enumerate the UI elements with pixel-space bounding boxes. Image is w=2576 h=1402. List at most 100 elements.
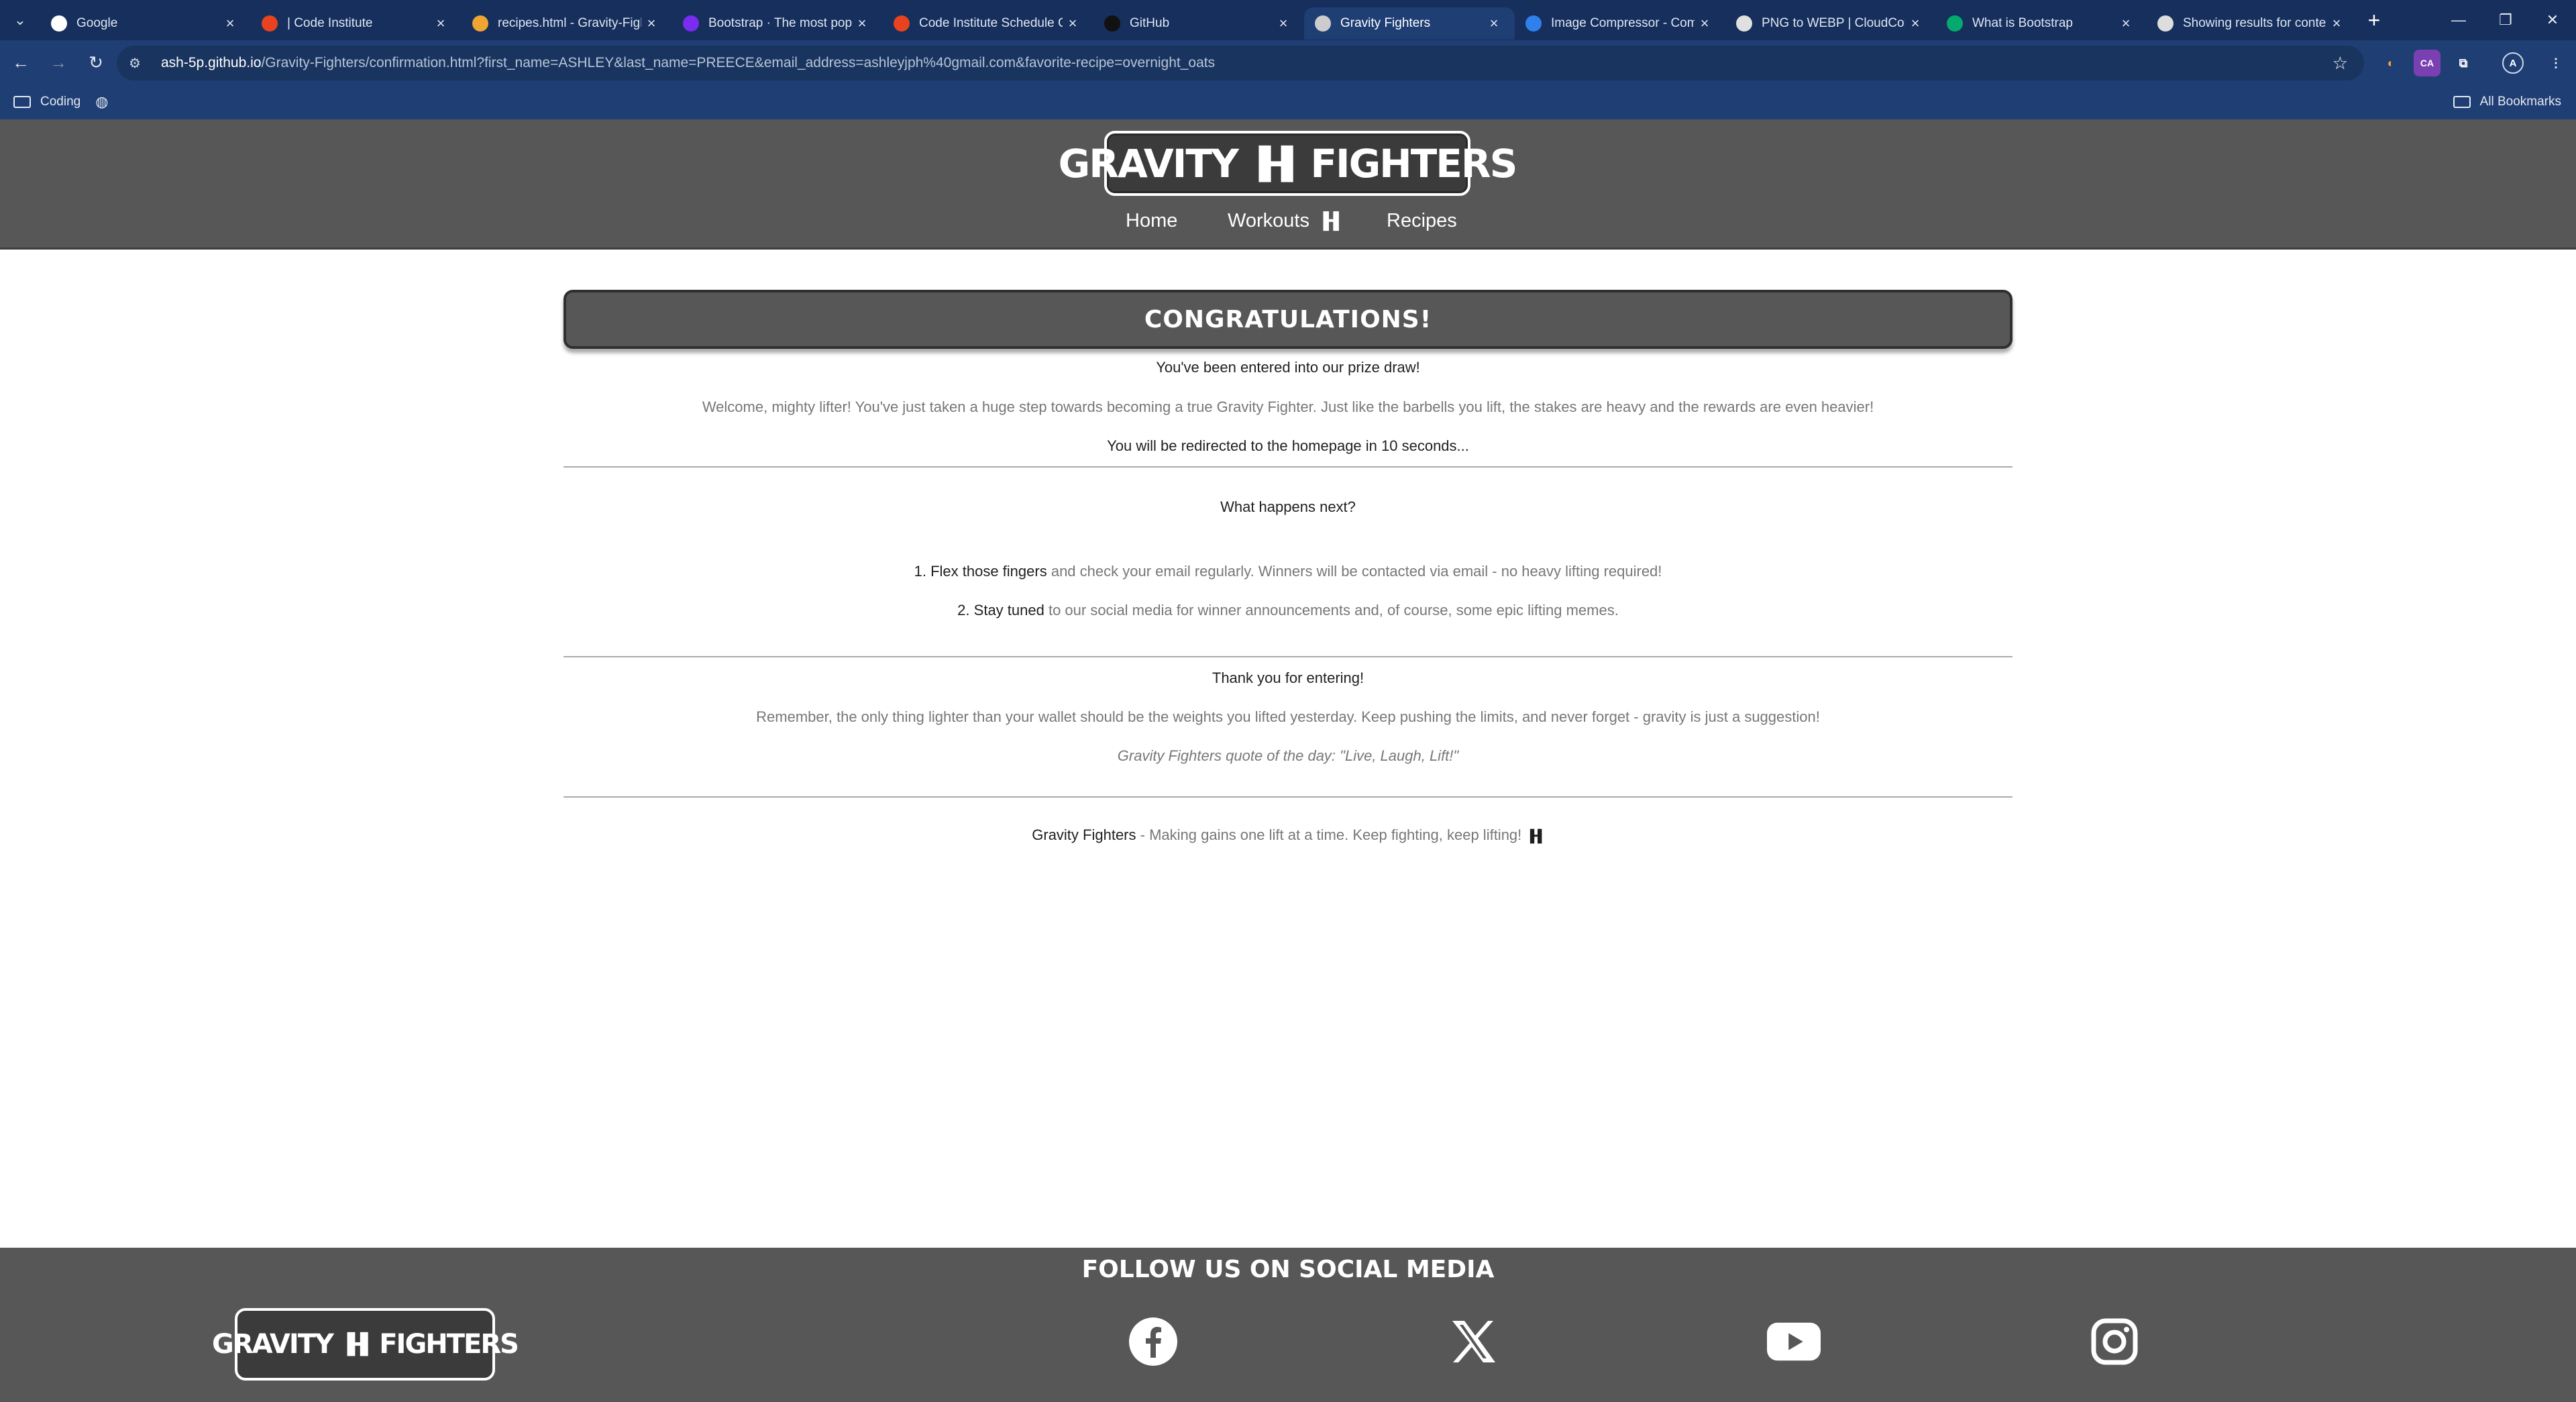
globe-icon: ◍ xyxy=(95,93,109,110)
image-compressor-icon xyxy=(1525,15,1542,32)
new-tab-button[interactable]: + xyxy=(2357,3,2391,37)
step-text: to our social media for winner announcem… xyxy=(1044,602,1619,618)
tab-title: GitHub xyxy=(1130,16,1170,30)
logo-text-right: FIGHTERS xyxy=(1310,140,1517,186)
all-bookmarks-label: All Bookmarks xyxy=(2479,95,2561,109)
bootstrap-icon xyxy=(683,15,699,32)
browser-tab[interactable]: Showing results for conte × xyxy=(2147,7,2357,40)
divider xyxy=(564,796,2012,798)
nav-workouts[interactable]: Workouts ▐━▌ xyxy=(1228,210,1345,232)
footer-logo[interactable]: GRAVITY ▐━▌ FIGHTERS xyxy=(212,1308,519,1381)
extension-icon[interactable]: CA xyxy=(2414,50,2440,76)
welcome-text: Welcome, mighty lifter! You've just take… xyxy=(702,398,1874,415)
tab-title: Google xyxy=(76,16,118,30)
address-bar[interactable]: ⚙ ash-5p.github.io /Gravity-Fighters/con… xyxy=(117,46,2364,80)
close-tab-icon[interactable]: × xyxy=(1905,15,1925,32)
logo-text-right: FIGHTERS xyxy=(379,1329,519,1360)
step-number: 1. xyxy=(914,563,926,580)
site-footer: FOLLOW US ON SOCIAL MEDIA GRAVITY ▐━▌ FI… xyxy=(0,1248,2576,1402)
dumbbell-icon: ▐━▌ xyxy=(1246,145,1305,182)
browser-tab[interactable]: Code Institute Schedule G × xyxy=(883,7,1093,40)
bookmark-star-icon[interactable]: ☆ xyxy=(2332,53,2348,74)
minimize-icon[interactable]: — xyxy=(2435,0,2482,40)
browser-tab[interactable]: PNG to WEBP | CloudCon × xyxy=(1725,7,1936,40)
nav-home[interactable]: Home xyxy=(1126,210,1177,232)
profile-avatar[interactable]: A xyxy=(2502,52,2524,74)
step-item-1: 1. Flex those fingers and check your ema… xyxy=(564,563,2012,580)
close-tab-icon[interactable]: × xyxy=(852,15,872,32)
redirect-text: You will be redirected to the homepage i… xyxy=(1107,437,1469,454)
step-item-2: 2. Stay tuned to our social media for wi… xyxy=(564,602,2012,619)
logo-text-left: GRAVITY xyxy=(1058,140,1239,186)
browser-tab[interactable]: Bootstrap · The most popu × xyxy=(672,7,883,40)
extensions-puzzle-icon[interactable]: ⧉ xyxy=(2450,50,2477,76)
tab-title: What is Bootstrap xyxy=(1972,16,2073,30)
bookmarks-bar: Coding ◍ All Bookmarks xyxy=(0,85,2576,119)
close-tab-icon[interactable]: × xyxy=(1695,15,1715,32)
nav-workouts-label: Workouts xyxy=(1228,210,1309,231)
facebook-icon[interactable] xyxy=(1126,1315,1180,1368)
bookmark-globe[interactable]: ◍ xyxy=(95,93,108,111)
site-logo[interactable]: GRAVITY ▐━▌ FIGHTERS xyxy=(1059,131,1517,196)
bookmark-folder-coding[interactable]: Coding xyxy=(13,95,80,109)
browser-tab[interactable]: Google × xyxy=(40,7,251,40)
browser-tab[interactable]: GitHub × xyxy=(1093,7,1304,40)
nav-recipes[interactable]: Recipes xyxy=(1387,210,1457,232)
back-icon[interactable]: ← xyxy=(4,46,38,79)
close-tab-icon[interactable]: × xyxy=(1063,15,1083,32)
logo-text-left: GRAVITY xyxy=(212,1329,334,1360)
tab-title: Showing results for conte xyxy=(2183,16,2326,30)
browser-tab[interactable]: Image Compressor - Com × xyxy=(1515,7,1725,40)
close-tab-icon[interactable]: × xyxy=(220,15,240,32)
code-institute-icon xyxy=(894,15,910,32)
close-tab-icon[interactable]: × xyxy=(641,15,661,32)
browser-tab[interactable]: | Code Institute × xyxy=(251,7,462,40)
reload-icon[interactable]: ↻ xyxy=(79,46,113,79)
tagline: Gravity Fighters - Making gains one lift… xyxy=(564,826,2012,844)
w3schools-icon xyxy=(1947,15,1963,32)
bookmark-label: Coding xyxy=(40,95,81,109)
recipes-icon xyxy=(472,15,488,32)
dumbbell-icon: ▐━▌ xyxy=(1317,212,1345,230)
forward-icon[interactable]: → xyxy=(42,46,75,79)
close-tab-icon[interactable]: × xyxy=(1484,15,1504,32)
menu-kebab-icon[interactable]: ⋮ xyxy=(2542,50,2569,76)
instagram-icon[interactable] xyxy=(2088,1315,2141,1368)
site-info-icon[interactable]: ⚙ xyxy=(129,55,146,72)
folder-icon xyxy=(13,96,31,108)
restore-icon[interactable]: ❐ xyxy=(2482,0,2529,40)
url-host: ash-5p.github.io xyxy=(161,55,262,70)
close-tab-icon[interactable]: × xyxy=(1273,15,1293,32)
tagline-text: - Making gains one lift at a time. Keep … xyxy=(1136,826,1522,843)
step-number: 2. xyxy=(957,602,970,618)
step-text: and check your email regularly. Winners … xyxy=(1046,563,1662,580)
dumbbell-icon: ▐━▌ xyxy=(1525,829,1546,843)
youtube-icon[interactable] xyxy=(1767,1315,1821,1368)
tab-title: Gravity Fighters xyxy=(1340,16,1431,30)
browser-tab[interactable]: What is Bootstrap × xyxy=(1936,7,2147,40)
tab-search-icon[interactable]: ⌄ xyxy=(0,0,40,40)
quote-text: Gravity Fighters quote of the day: "Live… xyxy=(1117,747,1459,764)
search-icon xyxy=(2157,15,2174,32)
thanks-text: Thank you for entering! xyxy=(1212,669,1364,686)
tagline-brand: Gravity Fighters xyxy=(1032,826,1136,843)
close-tab-icon[interactable]: × xyxy=(2116,15,2136,32)
congratulations-banner: CONGRATULATIONS! xyxy=(564,290,2012,349)
tab-title: PNG to WEBP | CloudCon xyxy=(1762,16,1905,30)
extension-icon[interactable]: ◐ xyxy=(2377,50,2404,76)
x-icon[interactable] xyxy=(1446,1315,1500,1368)
footer-title: FOLLOW US ON SOCIAL MEDIA xyxy=(1081,1256,1495,1283)
tab-title: Code Institute Schedule G xyxy=(919,16,1063,30)
cloudconvert-icon xyxy=(1736,15,1752,32)
all-bookmarks-button[interactable]: All Bookmarks xyxy=(2453,95,2561,109)
site-header: GRAVITY ▐━▌ FIGHTERS Home Workouts ▐━▌ R… xyxy=(0,119,2576,250)
next-heading: What happens next? xyxy=(1220,498,1356,515)
close-tab-icon[interactable]: × xyxy=(2326,15,2347,32)
close-window-icon[interactable]: ✕ xyxy=(2529,0,2576,40)
browser-tab[interactable]: Gravity Fighters × xyxy=(1304,7,1515,40)
github-icon xyxy=(1104,15,1120,32)
browser-tab[interactable]: recipes.html - Gravity-Figl × xyxy=(462,7,672,40)
close-tab-icon[interactable]: × xyxy=(431,15,451,32)
url-path: /Gravity-Fighters/confirmation.html?firs… xyxy=(261,55,1216,70)
dumbbell-icon: ▐━▌ xyxy=(339,1332,376,1356)
